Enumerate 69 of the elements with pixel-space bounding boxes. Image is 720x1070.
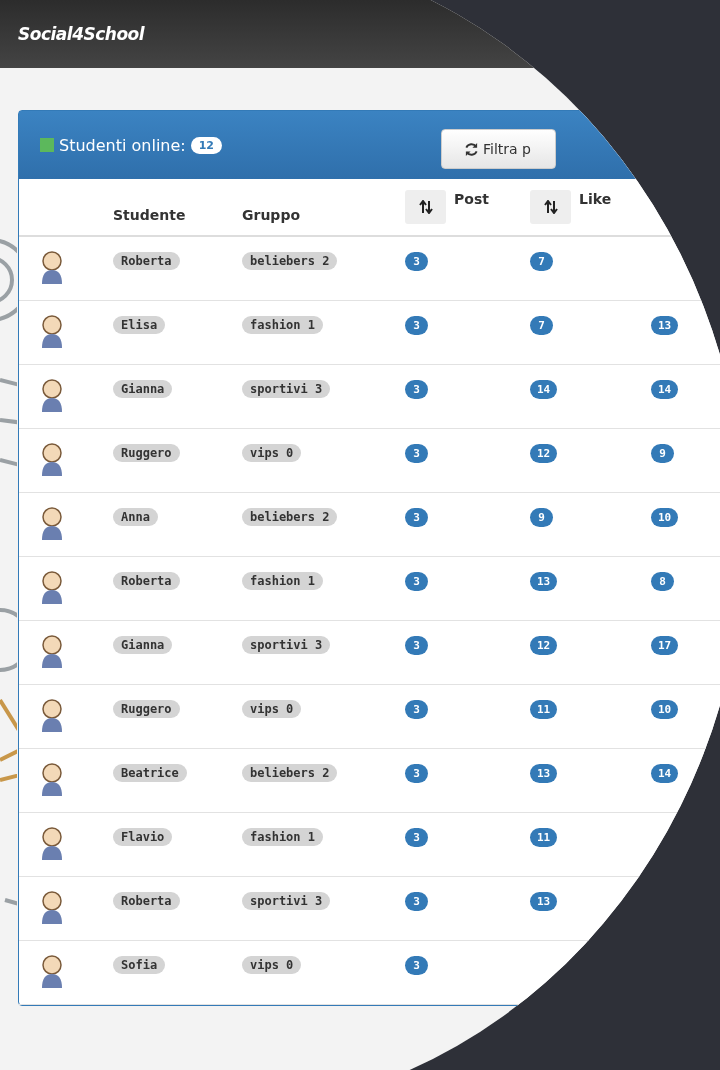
group-name: fashion 1 <box>242 828 324 846</box>
post-count-badge: 3 <box>405 636 428 655</box>
online-count-badge: 12 <box>190 136 223 154</box>
post-count-badge: 3 <box>405 700 428 719</box>
sort-icon <box>543 200 558 214</box>
count-badge: 9 <box>651 444 674 463</box>
like-count-badge: 12 <box>530 636 558 655</box>
group-name: vips 0 <box>242 700 302 718</box>
student-name: Flavio <box>113 828 173 846</box>
group-name: vips 0 <box>242 444 302 462</box>
group-name: sportivi 3 <box>242 892 331 910</box>
post-count-badge: 3 <box>405 508 428 527</box>
post-count-badge: 3 <box>405 892 428 911</box>
student-name: Roberta <box>113 252 180 270</box>
like-count-badge: 13 <box>530 572 558 591</box>
post-count-badge: 3 <box>405 316 428 335</box>
sort-icon <box>418 200 433 214</box>
group-name: sportivi 3 <box>242 636 331 654</box>
group-name: beliebers 2 <box>242 252 338 270</box>
student-name: Roberta <box>113 892 180 910</box>
post-count-badge: 3 <box>405 764 428 783</box>
student-name: Elisa <box>113 316 166 334</box>
column-header: Gruppo <box>242 207 301 223</box>
student-name: Roberta <box>113 572 180 590</box>
like-count-badge: 11 <box>530 828 558 847</box>
like-count-badge: 11 <box>530 700 558 719</box>
panel-title: Studenti online: <box>59 135 186 155</box>
like-count-badge: 7 <box>530 316 553 335</box>
sort-button[interactable] <box>405 190 446 224</box>
group-name: beliebers 2 <box>242 764 338 782</box>
student-name: Anna <box>113 508 158 526</box>
count-badge: 17 <box>651 636 679 655</box>
like-count-badge: 13 <box>530 892 558 911</box>
sort-button[interactable] <box>530 190 571 224</box>
student-name: Ruggero <box>113 444 180 462</box>
group-name: vips 0 <box>242 956 302 974</box>
count-badge: 10 <box>651 508 679 527</box>
column-header: Studente <box>113 207 186 223</box>
group-name: fashion 1 <box>242 572 324 590</box>
student-name: Sofia <box>113 956 166 974</box>
count-badge: 13 <box>651 316 679 335</box>
like-count-badge: 7 <box>530 252 553 271</box>
student-name: Beatrice <box>113 764 187 782</box>
post-count-badge: 3 <box>405 380 428 399</box>
post-count-badge: 3 <box>405 828 428 847</box>
group-name: fashion 1 <box>242 316 324 334</box>
group-name: sportivi 3 <box>242 380 331 398</box>
count-badge: 8 <box>651 572 674 591</box>
column-header: Like <box>579 191 612 207</box>
post-count-badge: 3 <box>405 956 428 975</box>
like-count-badge: 14 <box>530 380 558 399</box>
like-count-badge: 12 <box>530 444 558 463</box>
filter-button[interactable]: Filtra p <box>441 129 556 169</box>
logo[interactable]: Social4School <box>18 24 145 44</box>
like-count-badge: 9 <box>530 508 553 527</box>
group-name: beliebers 2 <box>242 508 338 526</box>
post-count-badge: 3 <box>405 572 428 591</box>
post-count-badge: 3 <box>405 444 428 463</box>
count-badge: 14 <box>651 764 679 783</box>
online-status-icon <box>40 138 54 152</box>
student-name: Gianna <box>113 380 173 398</box>
post-count-badge: 3 <box>405 252 428 271</box>
count-badge: 10 <box>651 700 679 719</box>
count-badge: 14 <box>651 380 679 399</box>
student-name: Gianna <box>113 636 173 654</box>
refresh-icon <box>464 141 480 157</box>
student-name: Ruggero <box>113 700 180 718</box>
column-header: Post <box>454 191 489 207</box>
like-count-badge: 13 <box>530 764 558 783</box>
